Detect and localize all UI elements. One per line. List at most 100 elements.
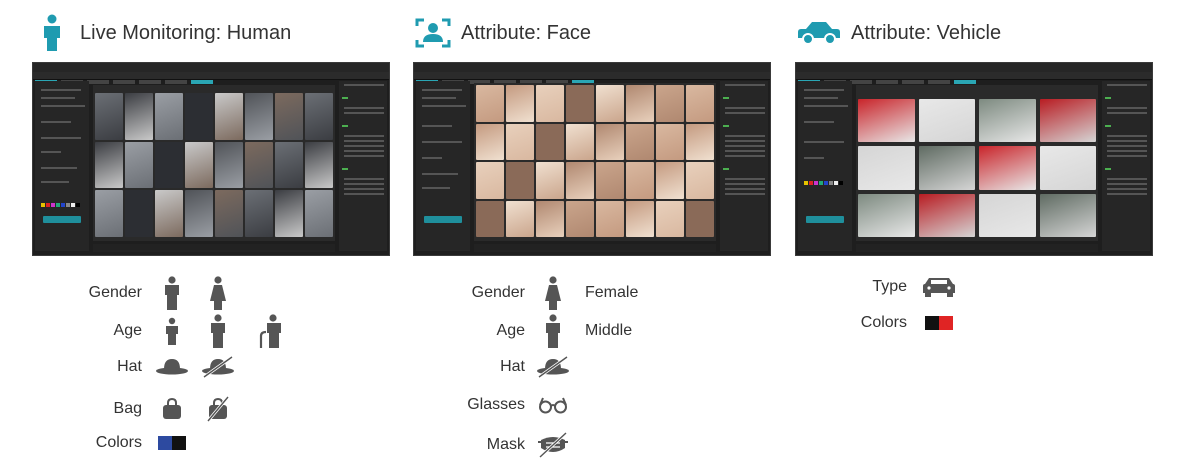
vehicle-panel: Attribute: Vehicle Type Colors: [795, 0, 1175, 469]
face-thumbnail: [506, 200, 534, 237]
vehicle-colors-row: Colors: [835, 314, 961, 332]
car-thumbnail: [858, 99, 915, 143]
car-thumbnail: [1039, 99, 1096, 143]
face-thumbnail: [506, 162, 534, 199]
female-icon: [533, 276, 573, 310]
face-thumbnail: [476, 162, 504, 199]
face-thumbnail: [596, 85, 624, 122]
face-thumbnail: [656, 123, 684, 160]
person-thumbnail: [155, 190, 183, 237]
face-thumbnail: [626, 162, 654, 199]
car-icon: [795, 13, 843, 53]
person-thumbnail: [245, 93, 273, 140]
person-thumbnail: [125, 141, 153, 189]
person-thumbnail: [95, 93, 123, 140]
attr-label-mask: Mask: [486, 436, 525, 453]
face-thumbnail: [506, 123, 534, 160]
face-thumbnail: [656, 162, 684, 199]
face-scan-icon: [413, 13, 453, 53]
person-thumbnail: [95, 190, 123, 237]
adult-icon: [533, 314, 573, 348]
car-thumbnail: [918, 146, 975, 190]
vehicle-header: Attribute: Vehicle: [795, 12, 1001, 54]
attr-label-bag: Bag: [113, 400, 142, 417]
car-icon: [917, 276, 961, 298]
car-thumbnail: [918, 99, 975, 143]
face-header: Attribute: Face: [413, 12, 591, 54]
color-swatch-blue-black: [152, 436, 192, 450]
face-panel: Attribute: Face Gender Female Age Middle…: [413, 0, 793, 469]
face-thumbnail: [566, 162, 594, 199]
bag-icon: [152, 398, 192, 420]
attr-label-age: Age: [496, 322, 525, 339]
human-colors-row: Colors: [72, 434, 192, 452]
face-thumbnail: [566, 85, 594, 122]
attr-label-glasses: Glasses: [467, 396, 525, 413]
vehicle-screenshot: [795, 62, 1153, 256]
adult-icon: [198, 314, 238, 348]
attr-label-gender: Gender: [88, 284, 142, 301]
face-gender-value: Female: [585, 284, 639, 301]
attr-label-gender: Gender: [471, 284, 525, 301]
face-thumbnail: [656, 200, 684, 237]
person-thumbnail: [305, 141, 333, 189]
person-thumbnail: [95, 141, 123, 189]
face-age-row: Age Middle: [453, 314, 632, 348]
person-thumbnail: [245, 190, 273, 237]
person-thumbnail: [185, 141, 213, 189]
face-thumbnail: [476, 200, 504, 237]
person-thumbnail: [215, 190, 243, 237]
face-thumbnail: [536, 200, 564, 237]
no-mask-icon: [533, 432, 573, 458]
person-icon: [32, 13, 72, 53]
face-hat-row: Hat: [453, 356, 573, 378]
no-hat-icon: [198, 356, 238, 378]
car-thumbnail: [858, 193, 915, 237]
no-bag-icon: [198, 396, 238, 422]
human-panel: Live Monitoring: Human Gender Age Hat Ba…: [32, 0, 412, 469]
face-thumbnail: [596, 123, 624, 160]
attr-label-hat: Hat: [117, 358, 142, 375]
human-age-row: Age: [72, 314, 290, 348]
car-thumbnail: [1039, 193, 1096, 237]
face-thumbnail: [656, 85, 684, 122]
attr-label-colors: Colors: [860, 314, 907, 331]
car-thumbnail: [979, 193, 1036, 237]
human-screenshot: [32, 62, 390, 256]
face-thumbnail: [476, 85, 504, 122]
glasses-icon: [533, 396, 573, 414]
male-icon: [152, 276, 192, 310]
face-title: Attribute: Face: [461, 21, 592, 44]
face-thumbnail: [686, 85, 714, 122]
hat-icon: [152, 358, 192, 376]
person-thumbnail: [275, 93, 303, 140]
person-thumbnail: [185, 93, 213, 140]
face-thumbnail: [506, 85, 534, 122]
face-thumbnail: [536, 85, 564, 122]
person-thumbnail: [305, 93, 333, 140]
person-thumbnail: [275, 190, 303, 237]
human-title: Live Monitoring: Human: [80, 21, 292, 44]
attr-label-type: Type: [872, 278, 907, 295]
person-thumbnail: [245, 141, 273, 189]
face-thumbnail: [626, 85, 654, 122]
face-age-value: Middle: [585, 322, 633, 339]
child-icon: [152, 317, 192, 345]
color-swatch-black-red: [917, 316, 961, 330]
person-thumbnail: [125, 190, 153, 237]
face-thumbnail: [626, 200, 654, 237]
attr-label-hat: Hat: [500, 358, 525, 375]
attr-label-age: Age: [113, 322, 142, 339]
no-hat-icon: [533, 356, 573, 378]
vehicle-type-row: Type: [835, 276, 961, 298]
person-thumbnail: [275, 141, 303, 189]
person-thumbnail: [125, 93, 153, 140]
car-thumbnail: [1039, 146, 1096, 190]
face-thumbnail: [476, 123, 504, 160]
face-gender-row: Gender Female: [453, 276, 638, 310]
person-thumbnail: [215, 93, 243, 140]
attr-label-colors: Colors: [95, 434, 142, 451]
face-mask-row: Mask: [453, 432, 573, 458]
person-thumbnail: [305, 190, 333, 237]
face-glasses-row: Glasses: [453, 396, 573, 414]
